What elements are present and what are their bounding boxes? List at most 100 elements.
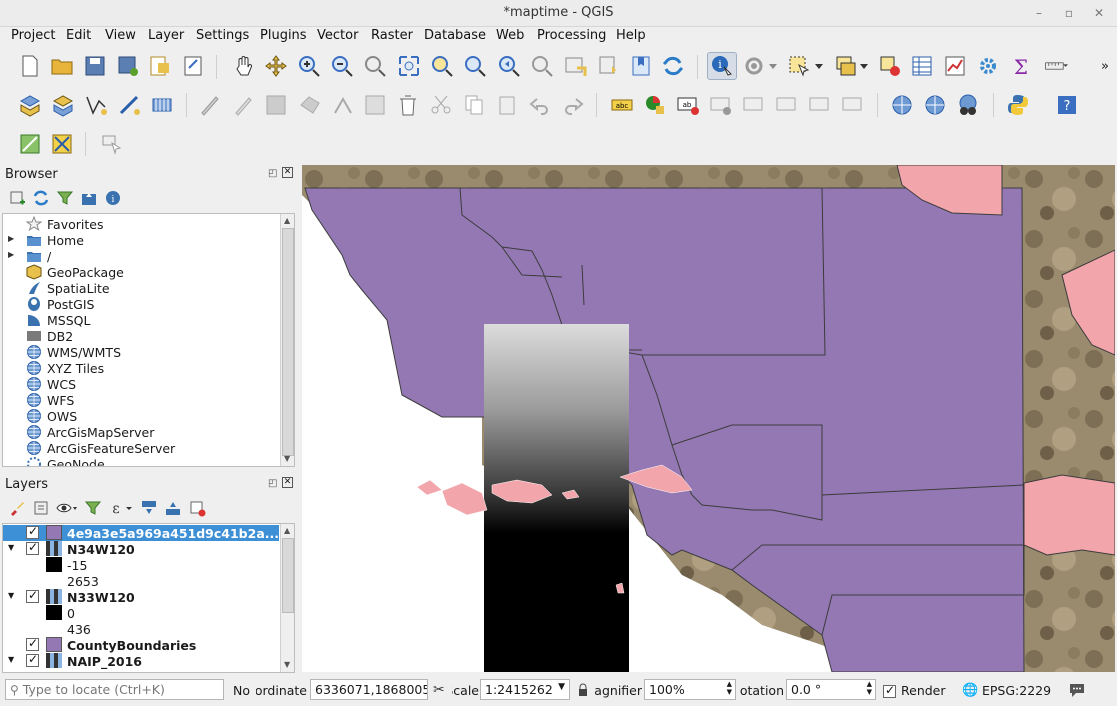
add-wfs-icon[interactable] [922, 92, 948, 118]
layout-manager-icon[interactable] [181, 53, 207, 79]
menu-web[interactable]: Web [496, 28, 524, 43]
layer-n33w120[interactable]: ▼ N33W120 [3, 588, 279, 605]
layer-4e9a3e5a[interactable]: 4e9a3e5a969a451d9c41b2a... [3, 524, 279, 541]
browser-item-arcgis-feature-server[interactable]: ArcGisFeatureServer [3, 440, 279, 456]
identify-features-icon[interactable]: i [707, 52, 737, 80]
browser-item-postgis[interactable]: PostGIS [3, 296, 279, 312]
redo-icon[interactable] [560, 92, 586, 118]
scrollbar-thumb[interactable] [282, 538, 294, 613]
close-button[interactable]: ✕ [1090, 4, 1108, 22]
menu-raster[interactable]: Raster [371, 28, 413, 43]
menu-edit[interactable]: Edit [66, 28, 91, 43]
collapse-arrow-icon[interactable]: ▼ [8, 655, 14, 664]
lock-icon[interactable] [578, 683, 588, 696]
expand-all-icon[interactable] [140, 499, 158, 517]
save-edits-icon[interactable] [263, 92, 289, 118]
browser-item-spatialite[interactable]: SpatiaLite [3, 280, 279, 296]
heatmap-plugin-icon[interactable] [49, 131, 75, 157]
add-selected-layers-icon[interactable] [8, 189, 26, 207]
run-feature-action-icon[interactable] [741, 53, 767, 79]
add-vector-icon[interactable] [83, 92, 109, 118]
filter-legend-icon[interactable] [84, 499, 102, 517]
browser-item-arcgis-map-server[interactable]: ArcGisMapServer [3, 424, 279, 440]
browser-item-root[interactable]: ▶ / [3, 248, 279, 264]
new-project-icon[interactable] [17, 53, 43, 79]
processing-toolbox-icon[interactable] [975, 53, 1001, 79]
modify-attributes-icon[interactable] [362, 92, 388, 118]
collapse-all-icon[interactable] [164, 499, 182, 517]
browser-item-db2[interactable]: DB2 [3, 328, 279, 344]
locate-search-input[interactable]: ⚲ Type to locate (Ctrl+K) [5, 679, 224, 700]
sum-icon[interactable]: Σ [1008, 53, 1034, 79]
browser-item-ows[interactable]: OWS [3, 408, 279, 424]
new-bookmark-icon[interactable] [595, 53, 621, 79]
remove-layer-icon[interactable] [188, 499, 206, 517]
delete-selected-icon[interactable] [395, 92, 421, 118]
map-canvas[interactable] [302, 165, 1115, 672]
legend-n34w120-max[interactable]: 2653 [3, 573, 279, 589]
select-features-icon[interactable] [786, 53, 812, 79]
label-toolbar-icon[interactable]: abc [609, 92, 635, 118]
browser-item-xyz-tiles[interactable]: XYZ Tiles [3, 360, 279, 376]
browser-item-home[interactable]: ▶ Home [3, 232, 279, 248]
show-bookmarks-icon[interactable] [628, 53, 654, 79]
browser-scrollbar[interactable]: ▲ ▼ [280, 214, 294, 466]
metasearch-icon[interactable] [955, 92, 981, 118]
refresh-icon[interactable] [660, 53, 686, 79]
coordinate-field[interactable]: 6336071,1868005 [310, 679, 428, 700]
layer-visibility-checkbox[interactable] [26, 652, 39, 667]
current-edits-icon[interactable] [197, 92, 223, 118]
layer-visibility-checkbox[interactable] [26, 524, 39, 539]
menu-settings[interactable]: Settings [196, 28, 249, 43]
layer-naip-2016[interactable]: ▼ NAIP_2016 [3, 652, 279, 669]
deselect-all-icon[interactable] [877, 53, 903, 79]
show-hide-labels-icon[interactable] [741, 92, 767, 118]
magnifier-spinbox[interactable]: 100% ▲ ▼ [644, 679, 736, 700]
select-by-value-icon[interactable] [833, 53, 859, 79]
pin-labels-icon[interactable]: ab [675, 92, 701, 118]
extents-toggle-icon[interactable]: ✂ [433, 682, 445, 698]
new-map-view-icon[interactable] [562, 53, 588, 79]
zoom-to-layer-icon[interactable] [462, 53, 488, 79]
menu-view[interactable]: View [105, 28, 136, 43]
layer-visibility-checkbox[interactable] [26, 540, 39, 555]
minimize-button[interactable]: – [1030, 4, 1048, 22]
zoom-last-icon[interactable] [496, 53, 522, 79]
save-as-icon[interactable] [115, 53, 141, 79]
add-raster-icon[interactable] [149, 92, 175, 118]
menu-project[interactable]: Project [11, 28, 55, 43]
layer-visibility-checkbox[interactable] [26, 636, 39, 651]
menu-layer[interactable]: Layer [148, 28, 184, 43]
pan-hand-icon[interactable] [231, 53, 257, 79]
expand-arrow-icon[interactable]: ▶ [8, 234, 14, 243]
copy-features-icon[interactable] [461, 92, 487, 118]
messages-icon[interactable] [1068, 682, 1086, 698]
browser-item-mssql[interactable]: MSSQL [3, 312, 279, 328]
zoom-next-icon[interactable] [529, 53, 555, 79]
browser-item-geonode[interactable]: GeoNode [3, 456, 279, 466]
georeferencer-icon[interactable] [17, 131, 43, 157]
rotation-spinbox[interactable]: 0.0 ° ▲ ▼ [786, 679, 876, 700]
open-project-icon[interactable] [49, 53, 75, 79]
crs-globe-icon[interactable]: 🌐 [962, 683, 978, 698]
legend-n33w120-max[interactable]: 436 [3, 621, 279, 637]
render-checkbox[interactable] [883, 683, 896, 699]
float-panel-icon[interactable]: ◰ [268, 478, 277, 489]
rotate-label-icon[interactable] [807, 92, 833, 118]
layer-countyboundaries[interactable]: CountyBoundaries [3, 636, 279, 653]
menu-database[interactable]: Database [424, 28, 486, 43]
browser-item-geopackage[interactable]: GeoPackage [3, 264, 279, 280]
float-panel-icon[interactable]: ◰ [268, 168, 277, 179]
layer-visibility-checkbox[interactable] [26, 588, 39, 603]
cut-features-icon[interactable] [428, 92, 454, 118]
add-polygon-icon[interactable] [297, 92, 323, 118]
toggle-editing-icon[interactable] [230, 92, 256, 118]
add-wms-icon[interactable] [889, 92, 915, 118]
menu-plugins[interactable]: Plugins [260, 28, 307, 43]
pan-to-selection-icon[interactable] [263, 53, 289, 79]
refresh-icon[interactable] [32, 189, 50, 207]
new-print-layout-icon[interactable] [147, 53, 173, 79]
paste-features-icon[interactable] [494, 92, 520, 118]
move-label-icon[interactable] [774, 92, 800, 118]
add-group-icon[interactable] [32, 499, 50, 517]
